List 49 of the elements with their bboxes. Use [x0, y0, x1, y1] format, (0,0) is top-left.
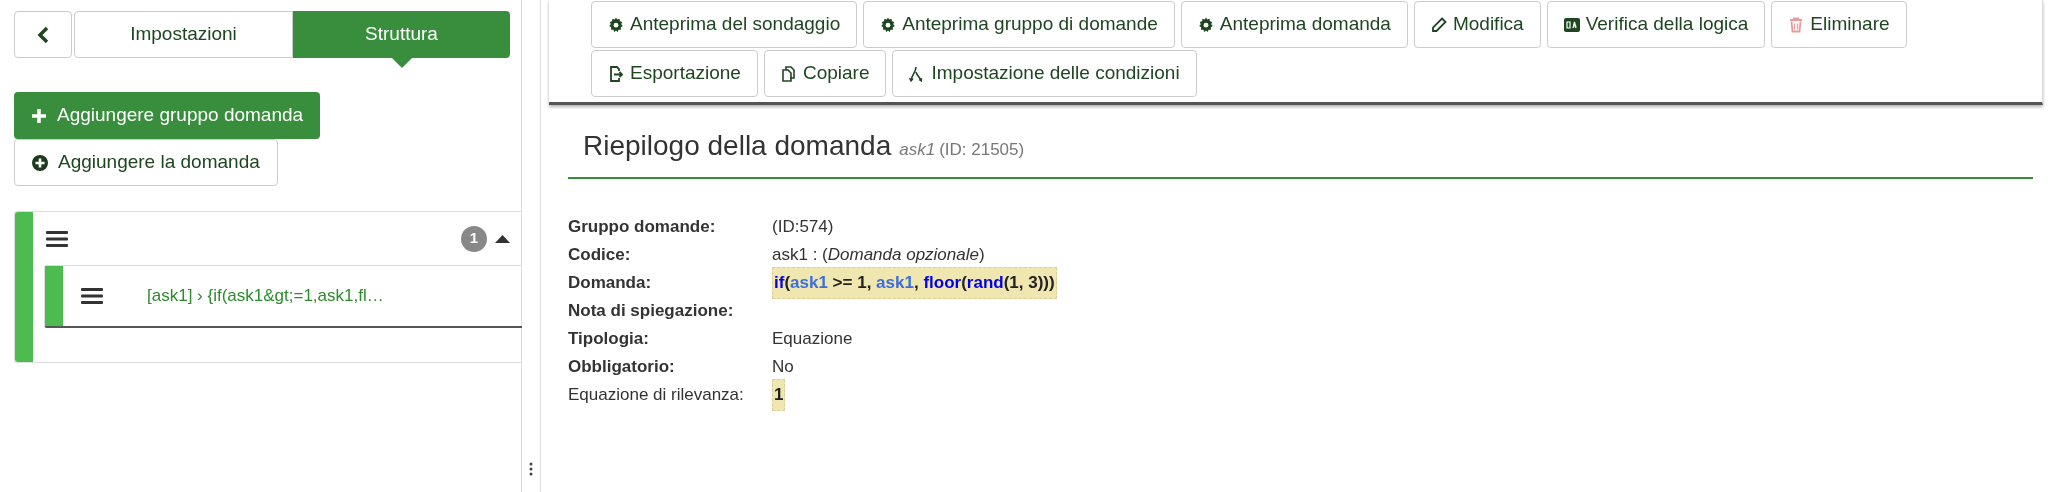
gear-icon	[880, 16, 897, 33]
question-label: [ask1] › {if(ask1&gt;=1,ask1,fl…	[147, 285, 384, 308]
field-value: 1	[772, 379, 786, 411]
question-code: ask1	[899, 139, 936, 161]
question-row[interactable]: [ask1] › {if(ask1&gt;=1,ask1,fl…	[44, 265, 522, 328]
field-label: Nota di spiegazione:	[568, 300, 735, 323]
caret-up-icon[interactable]	[495, 234, 510, 243]
tab-pointer	[390, 57, 413, 68]
equation-value: if(ask1 >= 1, ask1, floor(rand(1, 3)))	[772, 267, 1057, 299]
toolbar-button[interactable]: Anteprima del sondaggio	[591, 1, 858, 48]
chevron-left-icon	[36, 25, 50, 44]
question-count-badge: 1	[461, 225, 487, 252]
toolbar-button[interactable]: Eliminare	[1771, 1, 1907, 48]
drag-handle-icon[interactable]	[46, 229, 68, 248]
summary-title: Riepilogo della domanda	[583, 129, 892, 163]
field-label: Tipologia:	[568, 328, 650, 351]
field-value: Equazione	[772, 328, 853, 351]
field-label: Gruppo domande:	[568, 216, 717, 239]
add-question-button[interactable]: Aggiungere la domanda	[14, 139, 278, 186]
field-label: Equazione di rilevanza:	[568, 384, 745, 407]
resize-handle-icon[interactable]	[529, 462, 533, 476]
back-button[interactable]	[14, 11, 72, 58]
toolbar-button[interactable]: Verifica della logica	[1546, 1, 1766, 48]
copy-icon	[780, 65, 797, 82]
toolbar-button[interactable]: Anteprima domanda	[1180, 1, 1408, 48]
toolbar-button[interactable]: Anteprima gruppo di domande	[863, 1, 1175, 48]
field-label: Obbligatorio:	[568, 356, 676, 379]
question-accent-bar	[45, 266, 63, 326]
gear-icon	[608, 16, 624, 33]
toolbar-button[interactable]: Modifica	[1413, 1, 1541, 48]
pencil-icon	[1430, 16, 1447, 33]
tab[interactable]: Impostazioni	[74, 11, 293, 58]
drag-handle-icon[interactable]	[81, 287, 103, 305]
field-value: ask1 : (Domanda opzionale)	[772, 244, 985, 267]
toolbar-button[interactable]: Esportazione	[591, 50, 758, 97]
file-export-icon	[608, 65, 624, 82]
trash-icon	[1788, 16, 1805, 33]
field-value: (ID:574)	[772, 216, 834, 239]
field-label: Domanda:	[568, 272, 653, 295]
plus-icon	[31, 107, 47, 124]
question-id: (ID: 21505)	[939, 139, 1025, 161]
field-label: Codice:	[568, 244, 632, 267]
gear-icon	[1197, 16, 1214, 33]
plus-circle-icon	[32, 154, 48, 171]
qa-icon	[1563, 16, 1580, 33]
toolbar-button[interactable]: Copiare	[763, 50, 887, 97]
field-value: No	[772, 356, 794, 379]
add-group-button[interactable]: Aggiungere gruppo domanda	[14, 92, 321, 139]
toolbar-button[interactable]: Impostazione delle condizioni	[892, 50, 1197, 97]
